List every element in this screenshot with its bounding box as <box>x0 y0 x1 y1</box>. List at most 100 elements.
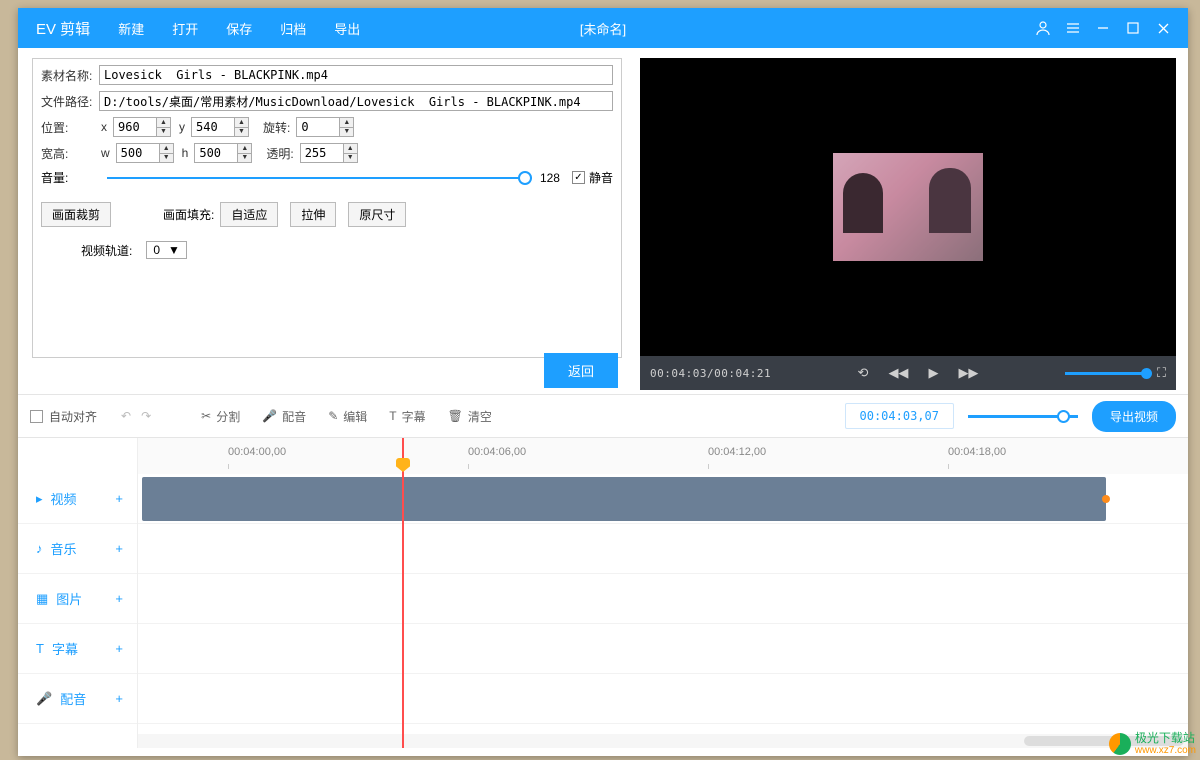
y-input[interactable] <box>192 118 234 136</box>
fill-stretch-button[interactable]: 拉伸 <box>290 202 336 227</box>
x-spinner[interactable]: ▲▼ <box>156 118 170 136</box>
ruler-mark: 00:04:06,00 <box>468 446 526 458</box>
loop-icon[interactable]: ⟲ <box>858 365 869 381</box>
video-frame-thumbnail <box>833 153 983 261</box>
document-name: [未命名] <box>580 19 626 38</box>
add-subtitle-track-icon[interactable]: + <box>115 641 123 656</box>
rotation-label: 旋转: <box>263 119 290 136</box>
timeline-body[interactable]: 00:04:00,00 00:04:06,00 00:04:12,00 00:0… <box>138 438 1188 748</box>
preview-controls: 00:04:03/00:04:21 ⟲ ◀◀ ▶ ▶▶ ⛶ <box>640 356 1176 390</box>
subtitle-track-label-row[interactable]: T字幕+ <box>18 624 137 674</box>
add-image-track-icon[interactable]: + <box>115 591 123 606</box>
dub-button[interactable]: 🎤配音 <box>262 408 306 425</box>
volume-slider-thumb[interactable] <box>518 171 532 185</box>
material-name-input[interactable] <box>99 65 613 85</box>
mute-checkbox[interactable]: ✓ <box>572 171 585 184</box>
music-track-label-row[interactable]: ♪音乐+ <box>18 524 137 574</box>
video-track-label-row[interactable]: ▸视频+ <box>18 474 137 524</box>
menu-new[interactable]: 新建 <box>108 15 154 42</box>
split-button[interactable]: ✂分割 <box>201 408 240 425</box>
redo-icon[interactable]: ↷ <box>141 409 151 423</box>
fill-fit-button[interactable]: 自适应 <box>220 202 278 227</box>
menu-archive[interactable]: 归档 <box>270 15 316 42</box>
h-input[interactable] <box>195 144 237 162</box>
properties-panel: 素材名称: 文件路径: 位置: x ▲▼ y ▲▼ 旋转: ▲▼ 宽 <box>18 48 636 394</box>
name-label: 素材名称: <box>41 67 99 84</box>
export-video-button[interactable]: 导出视频 <box>1092 401 1176 432</box>
w-input[interactable] <box>117 144 159 162</box>
timeline-toolbar: 自动对齐 ↶ ↷ ✂分割 🎤配音 ✎编辑 T字幕 🗑清空 00:04:03,07… <box>18 394 1188 438</box>
image-track-label-row[interactable]: ▦图片+ <box>18 574 137 624</box>
menu-save[interactable]: 保存 <box>216 15 262 42</box>
h-spinner[interactable]: ▲▼ <box>237 144 251 162</box>
image-track[interactable] <box>138 574 1188 624</box>
path-label: 文件路径: <box>41 93 99 110</box>
rotation-spinner[interactable]: ▲▼ <box>339 118 353 136</box>
image-track-icon: ▦ <box>36 591 48 607</box>
add-dub-track-icon[interactable]: + <box>115 691 123 706</box>
app-window: EV 剪辑 新建 打开 保存 归档 导出 [未命名] 素材名称: <box>18 8 1188 756</box>
text-icon: T <box>389 409 396 423</box>
rewind-icon[interactable]: ◀◀ <box>888 365 908 381</box>
rotation-input[interactable] <box>297 118 339 136</box>
clear-button[interactable]: 🗑清空 <box>448 408 492 425</box>
subtitle-button[interactable]: T字幕 <box>389 408 425 425</box>
zoom-slider[interactable] <box>968 415 1078 418</box>
preview-progress-slider[interactable] <box>1065 372 1147 375</box>
undo-icon[interactable]: ↶ <box>121 409 131 423</box>
preview-viewport[interactable] <box>640 58 1176 356</box>
volume-slider[interactable] <box>107 177 532 179</box>
timeline: ▸视频+ ♪音乐+ ▦图片+ T字幕+ 🎤配音+ 00:04:00,00 00:… <box>18 438 1188 748</box>
add-video-track-icon[interactable]: + <box>115 491 123 506</box>
track-labels-column: ▸视频+ ♪音乐+ ▦图片+ T字幕+ 🎤配音+ <box>18 438 138 748</box>
play-icon[interactable]: ▶ <box>928 365 938 381</box>
horizontal-scrollbar[interactable] <box>138 734 1188 748</box>
y-label: y <box>179 120 185 134</box>
close-icon[interactable] <box>1154 19 1172 37</box>
mic-icon: 🎤 <box>262 409 277 423</box>
size-label: 宽高: <box>41 145 99 162</box>
music-track-icon: ♪ <box>36 541 43 556</box>
fullscreen-icon[interactable]: ⛶ <box>1157 365 1166 381</box>
fill-original-button[interactable]: 原尺寸 <box>348 202 406 227</box>
menu-open[interactable]: 打开 <box>162 15 208 42</box>
dub-track-label-row[interactable]: 🎤配音+ <box>18 674 137 724</box>
menu-icon[interactable] <box>1064 19 1082 37</box>
crop-button[interactable]: 画面裁剪 <box>41 202 111 227</box>
position-label: 位置: <box>41 119 99 136</box>
watermark-logo-icon <box>1109 733 1131 755</box>
minimize-icon[interactable] <box>1094 19 1112 37</box>
video-clip[interactable] <box>142 477 1106 521</box>
main-menu: 新建 打开 保存 归档 导出 <box>108 15 370 42</box>
auto-align-checkbox[interactable] <box>30 410 43 423</box>
music-track[interactable] <box>138 524 1188 574</box>
opacity-spinner[interactable]: ▲▼ <box>343 144 357 162</box>
playhead[interactable] <box>402 438 404 748</box>
user-icon[interactable] <box>1034 19 1052 37</box>
chevron-down-icon: ▼ <box>168 243 180 257</box>
preview-progress-thumb[interactable] <box>1141 368 1152 379</box>
file-path-input[interactable] <box>99 91 613 111</box>
zoom-slider-thumb[interactable] <box>1057 410 1070 423</box>
menu-export[interactable]: 导出 <box>324 15 370 42</box>
time-display: 00:04:03/00:04:21 <box>650 367 771 380</box>
forward-icon[interactable]: ▶▶ <box>958 365 978 381</box>
scissors-icon: ✂ <box>201 409 211 423</box>
x-label: x <box>101 120 107 134</box>
maximize-icon[interactable] <box>1124 19 1142 37</box>
video-track[interactable] <box>138 474 1188 524</box>
timeline-ruler[interactable]: 00:04:00,00 00:04:06,00 00:04:12,00 00:0… <box>138 438 1188 474</box>
edit-button[interactable]: ✎编辑 <box>328 408 367 425</box>
dub-track[interactable] <box>138 674 1188 724</box>
y-spinner[interactable]: ▲▼ <box>234 118 248 136</box>
subtitle-track-icon: T <box>36 641 44 656</box>
return-button[interactable]: 返回 <box>544 353 618 388</box>
video-track-select[interactable]: 0▼ <box>146 241 187 259</box>
preview-panel: 00:04:03/00:04:21 ⟲ ◀◀ ▶ ▶▶ ⛶ <box>636 48 1188 394</box>
w-spinner[interactable]: ▲▼ <box>159 144 173 162</box>
subtitle-track[interactable] <box>138 624 1188 674</box>
x-input[interactable] <box>114 118 156 136</box>
opacity-input[interactable] <box>301 144 343 162</box>
ruler-mark: 00:04:12,00 <box>708 446 766 458</box>
add-music-track-icon[interactable]: + <box>115 541 123 556</box>
